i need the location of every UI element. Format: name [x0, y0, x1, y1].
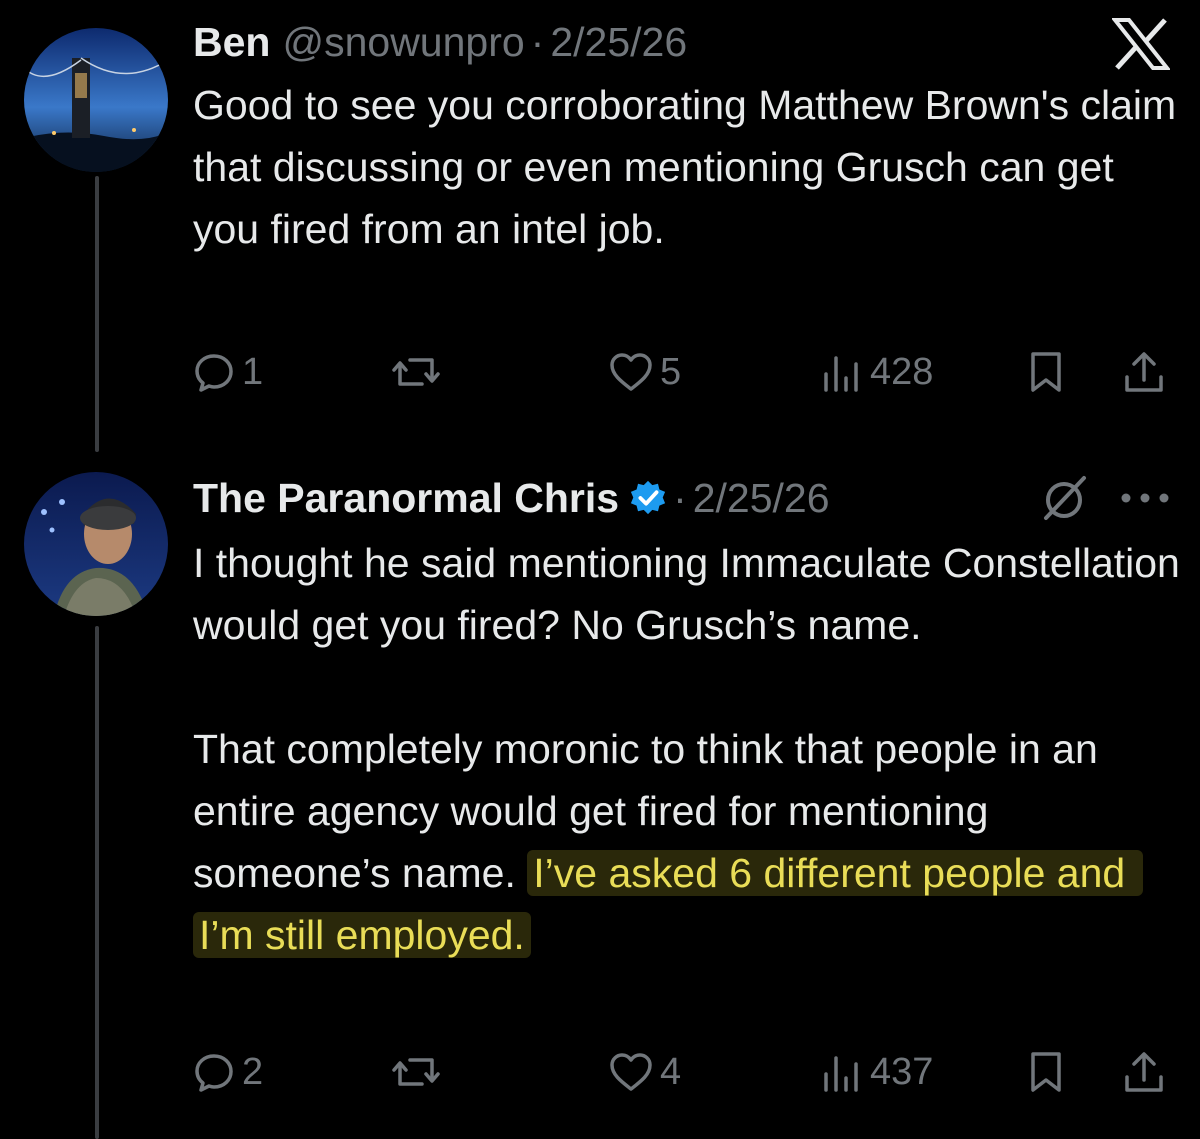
retweet-button[interactable] [392, 344, 446, 400]
share-icon [1125, 352, 1163, 392]
retweet-button[interactable] [392, 1044, 446, 1100]
display-name[interactable]: The Paranormal Chris [193, 475, 619, 522]
avatar[interactable] [24, 472, 168, 616]
action-bar: 1 5 428 [192, 344, 1172, 400]
tweet-text-content: Good to see you corroborating Matthew Br… [193, 82, 1188, 252]
separator-dot: · [530, 18, 545, 65]
tweet-date[interactable]: 2/25/26 [550, 19, 687, 66]
reply-count: 1 [242, 350, 264, 393]
reply-count: 2 [242, 1050, 264, 1093]
reply-button[interactable]: 1 [192, 344, 263, 400]
verified-badge-icon [630, 480, 666, 515]
tweet-text-content: I thought he said mentioning Immaculate … [193, 540, 1180, 896]
share-button[interactable] [1122, 344, 1166, 400]
tweet-date[interactable]: 2/25/26 [693, 475, 830, 522]
tweet-text: Good to see you corroborating Matthew Br… [193, 74, 1183, 260]
reply-button[interactable]: 2 [192, 1044, 263, 1100]
bookmark-button[interactable] [1024, 344, 1068, 400]
share-button[interactable] [1122, 1044, 1166, 1100]
tweet-text: I thought he said mentioning Immaculate … [193, 532, 1183, 966]
reply-icon [195, 1054, 233, 1092]
views-icon [824, 1056, 858, 1092]
thread-line [95, 176, 99, 452]
like-icon [610, 353, 652, 391]
more-icon[interactable] [1118, 490, 1172, 506]
display-name[interactable]: Ben [193, 19, 270, 66]
like-count: 5 [660, 350, 682, 393]
view-count: 437 [870, 1050, 934, 1093]
separator-dot: · [673, 474, 687, 521]
like-button[interactable]: 5 [608, 344, 681, 400]
view-count: 428 [870, 350, 934, 393]
views-button[interactable]: 428 [820, 344, 933, 400]
thread-line [95, 626, 99, 1139]
share-icon [1125, 1052, 1163, 1092]
x-logo-icon[interactable] [1112, 18, 1170, 70]
like-button[interactable]: 4 [608, 1044, 681, 1100]
bookmark-icon [1031, 1052, 1061, 1092]
like-icon [610, 1053, 652, 1091]
grok-icon[interactable] [1040, 474, 1088, 522]
action-bar: 2 4 437 [192, 1044, 1172, 1100]
bookmark-icon [1031, 352, 1061, 392]
views-icon [824, 356, 858, 392]
avatar[interactable] [24, 28, 168, 172]
retweet-icon [392, 358, 440, 386]
bookmark-button[interactable] [1024, 1044, 1068, 1100]
views-button[interactable]: 437 [820, 1044, 933, 1100]
tweet-header: Ben @snowunpro · 2/25/26 [193, 14, 687, 70]
handle[interactable]: @snowunpro [282, 19, 524, 66]
tweet-header: The Paranormal Chris · 2/25/26 [193, 470, 830, 526]
reply-icon [195, 354, 233, 392]
retweet-icon [392, 1058, 440, 1086]
like-count: 4 [660, 1050, 682, 1093]
